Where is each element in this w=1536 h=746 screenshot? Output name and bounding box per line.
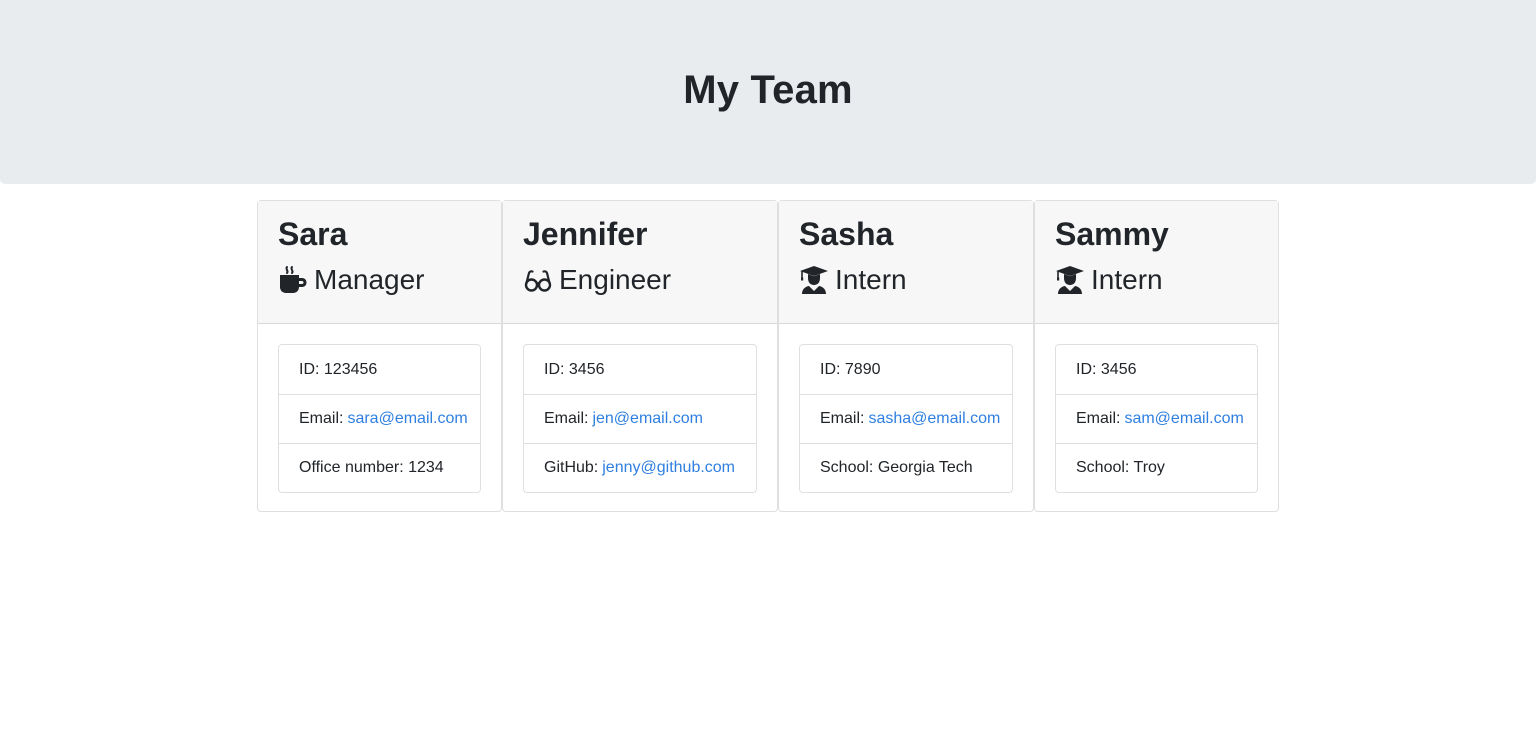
card-body: ID: 3456 Email: sam@email.com School: Tr… [1035, 324, 1278, 513]
card-header: Sara Manager [258, 201, 501, 324]
coffee-icon [278, 265, 308, 295]
email-label: Email: [544, 410, 589, 427]
role-label: Intern [1091, 264, 1163, 295]
school-item: School: Troy [1056, 443, 1257, 492]
id-item: ID: 123456 [299, 360, 378, 378]
employee-role: Manager [278, 263, 481, 297]
role-label: Engineer [559, 264, 672, 295]
id-item: ID: 7890 [820, 360, 881, 378]
graduate-icon [799, 265, 829, 295]
email-item: Email: sara@email.com [279, 394, 480, 443]
email-label: Email: [820, 410, 865, 427]
role-label: Intern [835, 264, 907, 295]
employee-role: Intern [799, 263, 1013, 297]
employee-details: ID: 123456 Email: sara@email.com Office … [278, 344, 481, 493]
github-item: GitHub: jenny@github.com [524, 443, 756, 492]
id-item: ID: 3456 [1076, 360, 1137, 378]
card-header: Jennifer Engineer [503, 201, 777, 324]
github-link[interactable]: jenny@github.com [602, 459, 735, 477]
employee-card: Sara Manager ID: 123456 Email: sara@emai… [257, 200, 502, 512]
graduate-icon [1055, 265, 1085, 295]
employee-name: Sammy [1055, 216, 1169, 252]
team-cards: Sara Manager ID: 123456 Email: sara@emai… [257, 200, 1279, 512]
employee-details: ID: 3456 Email: sam@email.com School: Tr… [1055, 344, 1258, 493]
github-label: GitHub: [544, 459, 599, 476]
email-item: Email: sasha@email.com [800, 394, 1012, 443]
employee-name: Jennifer [523, 216, 648, 252]
employee-details: ID: 7890 Email: sasha@email.com School: … [799, 344, 1013, 493]
employee-details: ID: 3456 Email: jen@email.com GitHub: je… [523, 344, 757, 493]
id-item: ID: 3456 [544, 360, 605, 378]
email-label: Email: [1076, 410, 1121, 427]
office-number-item: Office number: 1234 [279, 443, 480, 492]
employee-role: Engineer [523, 263, 757, 297]
card-body: ID: 123456 Email: sara@email.com Office … [258, 324, 501, 513]
school-item: School: Georgia Tech [800, 443, 1012, 492]
email-item: Email: sam@email.com [1056, 394, 1257, 443]
email-link[interactable]: sasha@email.com [868, 410, 1000, 428]
employee-role: Intern [1055, 263, 1258, 297]
email-label: Email: [299, 410, 344, 427]
page-header: My Team [0, 0, 1536, 184]
email-link[interactable]: sara@email.com [347, 410, 467, 428]
page-title: My Team [683, 67, 853, 112]
email-link[interactable]: sam@email.com [1124, 410, 1243, 428]
role-label: Manager [314, 264, 425, 295]
card-header: Sammy Intern [1035, 201, 1278, 324]
email-link[interactable]: jen@email.com [592, 410, 703, 428]
employee-card: Sammy Intern ID: 3456 Email: sam@email.c… [1034, 200, 1279, 512]
employee-name: Sasha [799, 216, 894, 252]
card-body: ID: 3456 Email: jen@email.com GitHub: je… [503, 324, 777, 513]
employee-card: Sasha Intern ID: 7890 Email: sasha@email… [778, 200, 1034, 512]
employee-name: Sara [278, 216, 348, 252]
card-header: Sasha Intern [779, 201, 1033, 324]
email-item: Email: jen@email.com [524, 394, 756, 443]
employee-card: Jennifer Engineer ID: 3456 Email: jen@em… [502, 200, 778, 512]
card-body: ID: 7890 Email: sasha@email.com School: … [779, 324, 1033, 513]
glasses-icon [523, 265, 553, 295]
